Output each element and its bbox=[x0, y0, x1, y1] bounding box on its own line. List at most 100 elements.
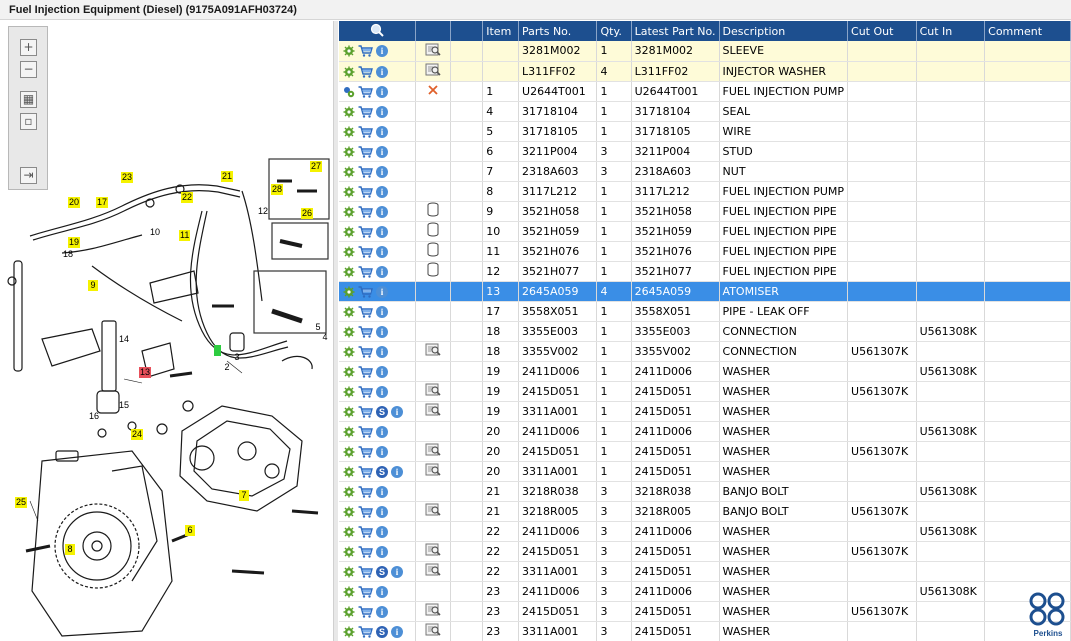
info-icon[interactable]: i bbox=[376, 285, 388, 298]
document-view-icon[interactable] bbox=[425, 343, 441, 356]
table-row[interactable]: i 18 3355E003 1 3355E003 CONNECTION U561308K bbox=[339, 321, 1071, 342]
gear-icon[interactable] bbox=[343, 206, 355, 218]
info-icon[interactable]: i bbox=[376, 205, 388, 218]
table-row[interactable]: i 1 U2644T001 1 U2644T001 FUEL INJECTION PUMP bbox=[339, 81, 1071, 102]
callout-15[interactable]: 15 bbox=[118, 400, 130, 411]
header-cut-in[interactable]: Cut In bbox=[916, 21, 986, 41]
header-cut-out[interactable]: Cut Out bbox=[847, 21, 917, 41]
info-icon[interactable]: i bbox=[376, 545, 388, 558]
cart-icon[interactable] bbox=[358, 585, 373, 598]
document-view-icon[interactable] bbox=[425, 463, 441, 476]
table-row[interactable]: i 22 2411D006 3 2411D006 WASHER U561308K bbox=[339, 521, 1071, 542]
gear-icon[interactable] bbox=[343, 606, 355, 618]
callout-11[interactable]: 11 bbox=[179, 230, 191, 241]
info-icon[interactable]: i bbox=[376, 385, 388, 398]
gear-icon[interactable] bbox=[343, 226, 355, 238]
callout-17[interactable]: 17 bbox=[96, 197, 109, 208]
table-row[interactable]: Si 19 3311A001 1 2415D051 WASHER bbox=[339, 401, 1071, 422]
table-row[interactable]: i 22 2415D051 3 2415D051 WASHER U561307K bbox=[339, 541, 1071, 562]
cart-icon[interactable] bbox=[358, 445, 373, 458]
substitute-icon[interactable]: S bbox=[376, 625, 388, 638]
table-row[interactable]: i 23 2415D051 3 2415D051 WASHER U561307K bbox=[339, 601, 1071, 622]
info-icon[interactable]: i bbox=[376, 85, 388, 98]
cart-icon[interactable] bbox=[358, 545, 373, 558]
info-icon[interactable]: i bbox=[391, 405, 403, 418]
callout-4[interactable]: 4 bbox=[320, 332, 330, 343]
cart-icon[interactable] bbox=[358, 505, 373, 518]
cart-icon[interactable] bbox=[358, 145, 373, 158]
gear-icon[interactable] bbox=[343, 306, 355, 318]
info-icon[interactable]: i bbox=[376, 425, 388, 438]
cart-icon[interactable] bbox=[358, 85, 373, 98]
callout-24[interactable]: 24 bbox=[131, 429, 144, 440]
cart-icon[interactable] bbox=[358, 65, 373, 78]
table-row[interactable]: i 11 3521H076 1 3521H076 FUEL INJECTION PIPE bbox=[339, 241, 1071, 262]
cart-icon[interactable] bbox=[358, 105, 373, 118]
export-button[interactable]: ⇥ bbox=[20, 167, 37, 184]
info-icon[interactable]: i bbox=[376, 65, 388, 78]
gear-icon[interactable] bbox=[343, 526, 355, 538]
info-icon[interactable]: i bbox=[376, 505, 388, 518]
table-row[interactable]: i 19 2415D051 1 2415D051 WASHER U561307K bbox=[339, 381, 1071, 402]
cart-icon[interactable] bbox=[358, 525, 373, 538]
cart-icon[interactable] bbox=[358, 225, 373, 238]
gear-icon[interactable] bbox=[343, 126, 355, 138]
cart-icon[interactable] bbox=[358, 465, 373, 478]
table-row[interactable]: Si 23 3311A001 3 2415D051 WASHER bbox=[339, 621, 1071, 641]
diagram-panel[interactable]: + − ▦ ▫ ⇥ 27 23 21 28 26 20 17 22 12 19 … bbox=[2, 21, 334, 641]
gear-icon[interactable] bbox=[343, 486, 355, 498]
callout-13[interactable]: 13 bbox=[139, 367, 152, 378]
callout-7[interactable]: 7 bbox=[239, 490, 249, 501]
cylinder-icon[interactable] bbox=[427, 222, 439, 237]
info-icon[interactable]: i bbox=[376, 245, 388, 258]
header-item[interactable]: Item bbox=[482, 21, 520, 41]
callout-8[interactable]: 8 bbox=[65, 544, 75, 555]
exploded-parts-diagram[interactable] bbox=[2, 21, 334, 641]
callout-28[interactable]: 28 bbox=[271, 184, 284, 195]
gear-icon[interactable] bbox=[343, 146, 355, 158]
search-parts-icon[interactable] bbox=[369, 23, 385, 37]
table-row[interactable]: i 10 3521H059 1 3521H059 FUEL INJECTION PIPE bbox=[339, 221, 1071, 242]
substitute-icon[interactable]: S bbox=[376, 405, 388, 418]
table-row[interactable]: i 19 2411D006 1 2411D006 WASHER U561308K bbox=[339, 361, 1071, 382]
info-icon[interactable]: i bbox=[376, 605, 388, 618]
info-icon[interactable]: i bbox=[376, 105, 388, 118]
substitute-icon[interactable]: S bbox=[376, 565, 388, 578]
table-row[interactable]: i 17 3558X051 1 3558X051 PIPE - LEAK OFF bbox=[339, 301, 1071, 322]
table-row[interactable]: i 20 2415D051 1 2415D051 WASHER U561307K bbox=[339, 441, 1071, 462]
info-icon[interactable]: i bbox=[376, 525, 388, 538]
table-row[interactable]: Si 22 3311A001 3 2415D051 WASHER bbox=[339, 561, 1071, 582]
callout-12[interactable]: 12 bbox=[257, 206, 269, 217]
gear-icon[interactable] bbox=[343, 66, 355, 78]
gear-icon[interactable] bbox=[343, 186, 355, 198]
cart-icon[interactable] bbox=[358, 325, 373, 338]
zoom-out-button[interactable]: − bbox=[20, 61, 37, 78]
callout-9[interactable]: 9 bbox=[88, 280, 98, 291]
callout-27[interactable]: 27 bbox=[310, 161, 323, 172]
callout-26[interactable]: 26 bbox=[301, 208, 314, 219]
gear-icon[interactable] bbox=[343, 626, 355, 638]
gear-icon[interactable] bbox=[343, 566, 355, 578]
table-row[interactable]: i 4 31718104 1 31718104 SEAL bbox=[339, 101, 1071, 122]
header-qty[interactable]: Qty. bbox=[596, 21, 632, 41]
gear-icon[interactable] bbox=[343, 286, 355, 298]
callout-22[interactable]: 22 bbox=[181, 192, 194, 203]
gear-icon[interactable] bbox=[343, 426, 355, 438]
table-row[interactable]: i 21 3218R005 3 3218R005 BANJO BOLT U561307K bbox=[339, 501, 1071, 522]
gear-icon[interactable] bbox=[343, 266, 355, 278]
panel-splitter[interactable] bbox=[334, 21, 338, 641]
gear-icon[interactable] bbox=[343, 406, 355, 418]
document-view-icon[interactable] bbox=[425, 383, 441, 396]
info-icon[interactable]: i bbox=[376, 145, 388, 158]
table-row[interactable]: i 20 2411D006 1 2411D006 WASHER U561308K bbox=[339, 421, 1071, 442]
cart-icon[interactable] bbox=[358, 485, 373, 498]
table-row[interactable]: i 3281M002 1 3281M002 SLEEVE bbox=[339, 41, 1071, 62]
table-row[interactable]: i 7 2318A603 3 2318A603 NUT bbox=[339, 161, 1071, 182]
cart-icon[interactable] bbox=[358, 425, 373, 438]
table-row[interactable]: i 9 3521H058 1 3521H058 FUEL INJECTION PIPE bbox=[339, 201, 1071, 222]
callout-16[interactable]: 16 bbox=[88, 411, 100, 422]
gear-icon[interactable] bbox=[343, 106, 355, 118]
document-view-icon[interactable] bbox=[425, 403, 441, 416]
zoom-in-button[interactable]: + bbox=[20, 39, 37, 56]
document-view-icon[interactable] bbox=[425, 43, 441, 56]
